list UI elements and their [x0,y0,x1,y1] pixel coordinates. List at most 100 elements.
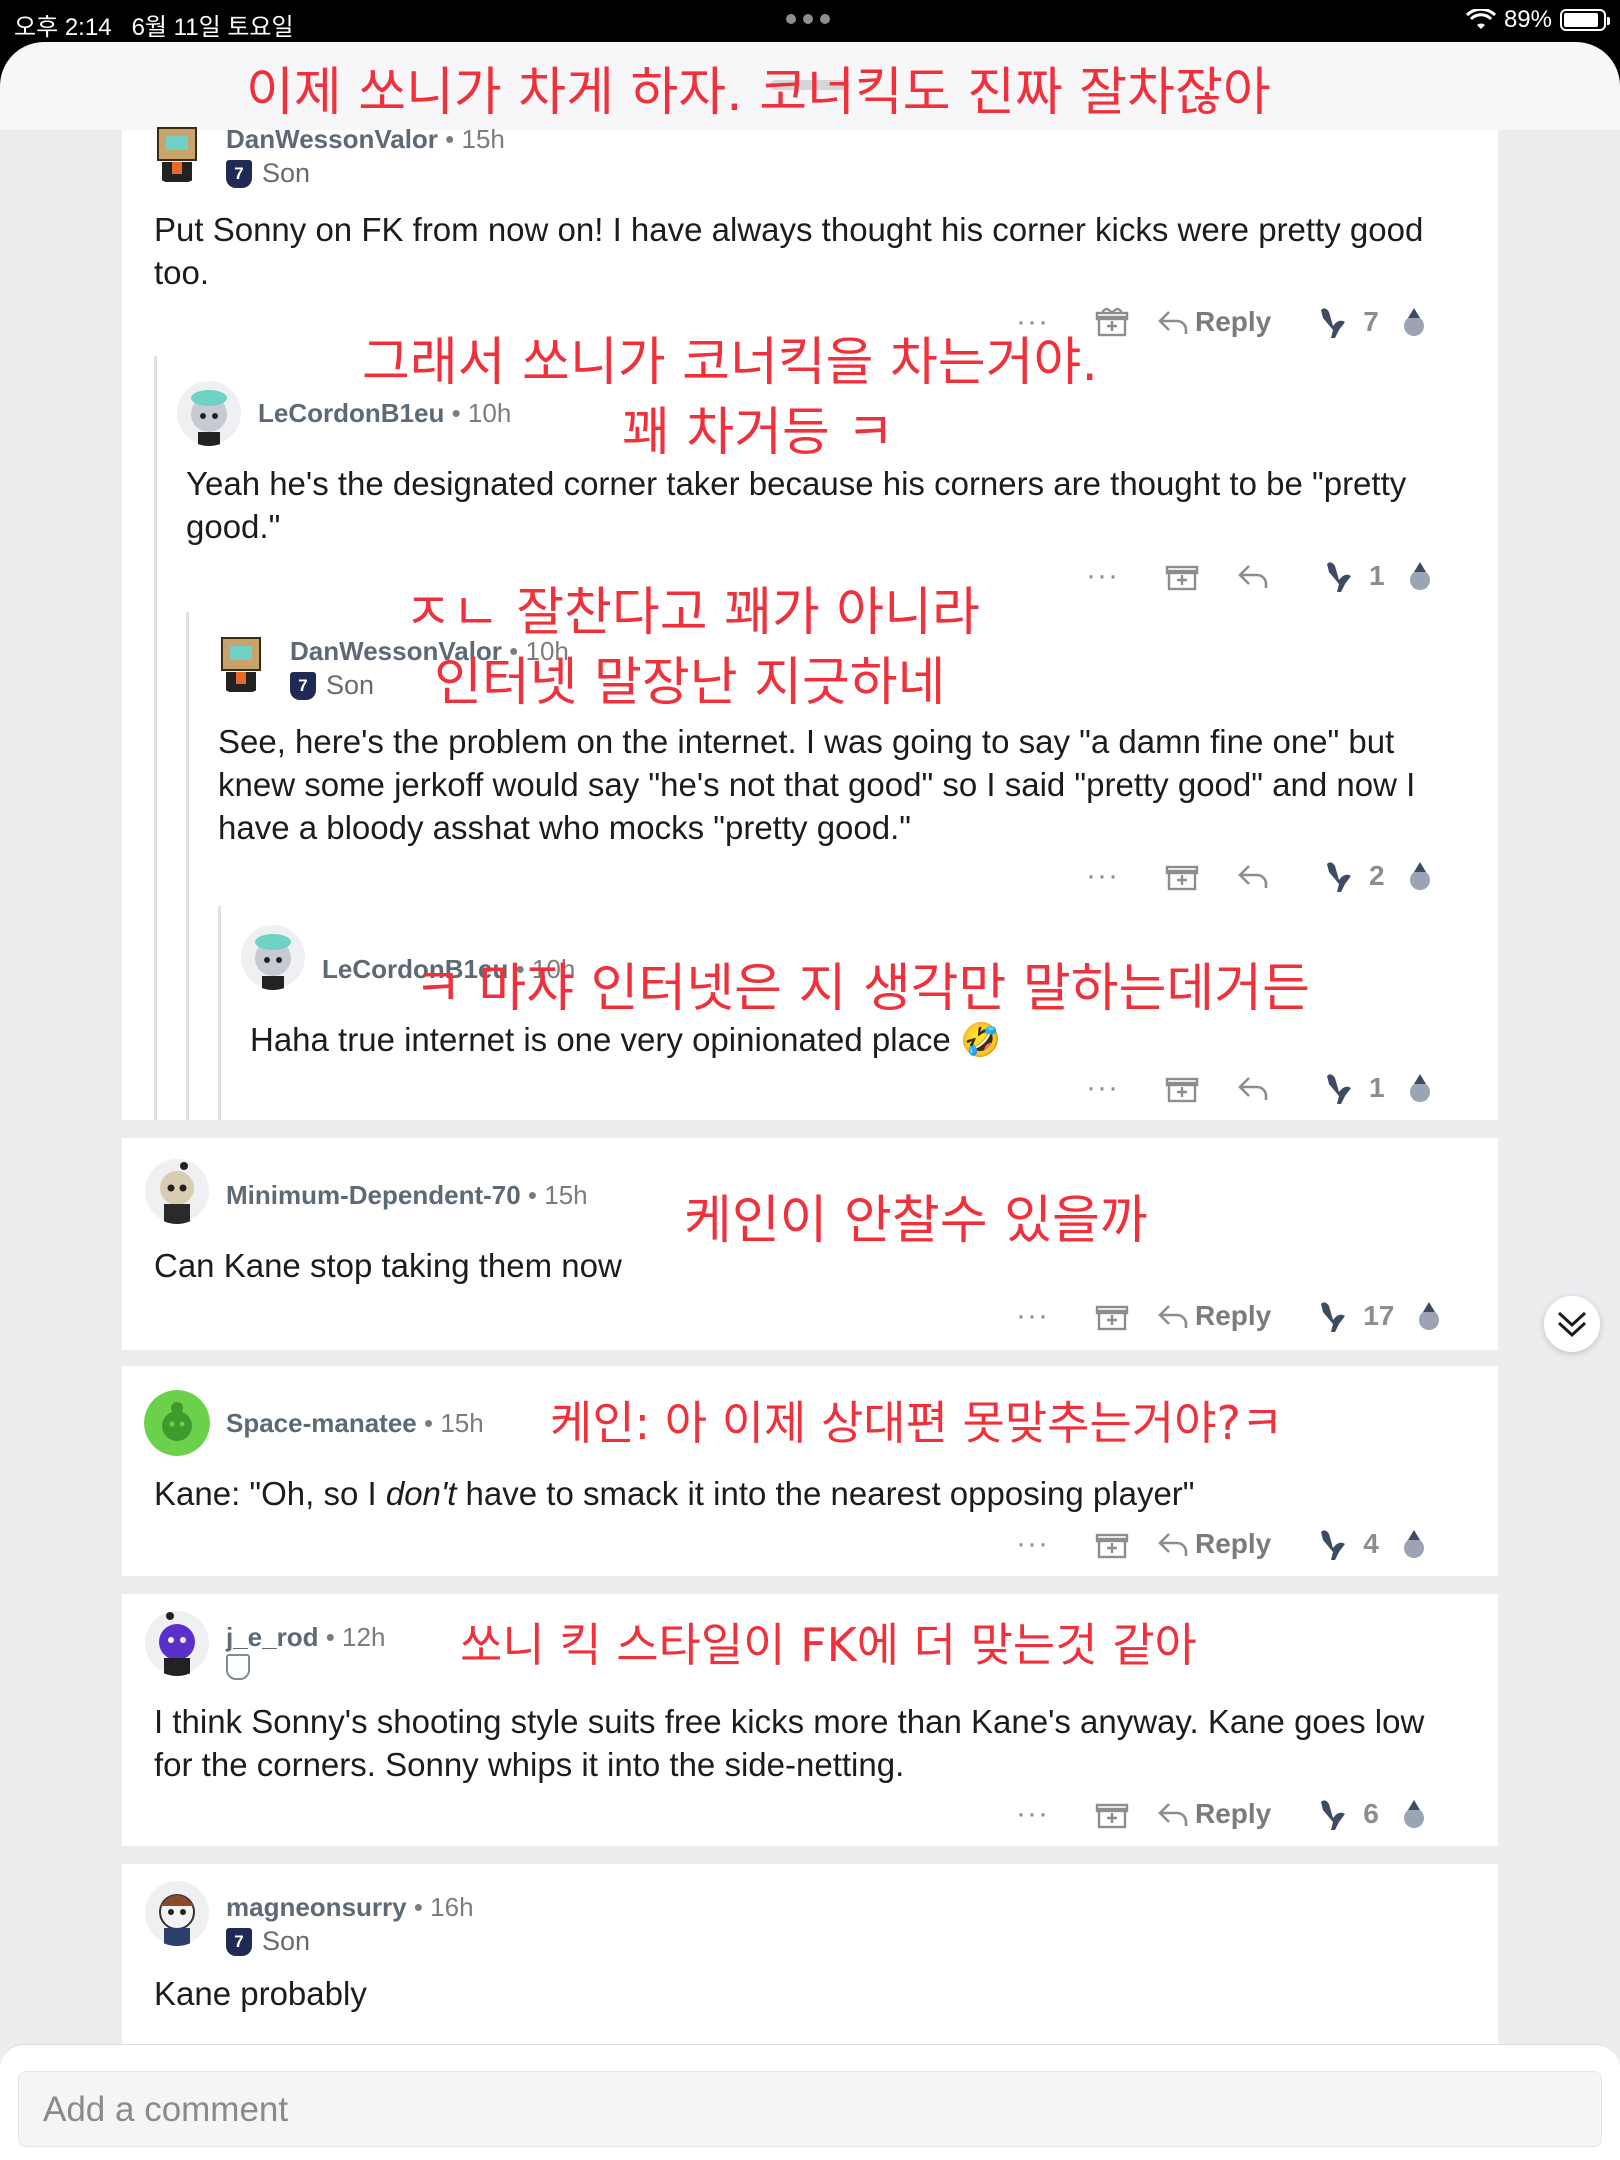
reply-arrow-icon[interactable] [1157,1302,1189,1330]
comment-actions: ··· 1 [1086,556,1433,596]
thread-line[interactable] [218,906,221,1120]
comment-body: I think Sonny's shooting style suits fre… [154,1703,1425,1783]
downvote-icon[interactable] [1416,1300,1442,1332]
downvote-icon[interactable] [1407,1072,1433,1104]
battery-icon [1560,9,1610,31]
more-icon[interactable]: ··· [1086,1071,1119,1105]
timestamp: • 16h [413,1892,474,1922]
reply-arrow-icon[interactable] [1237,862,1269,890]
reply-arrow-icon[interactable] [1157,1800,1189,1828]
reply-arrow-icon[interactable] [1237,1074,1269,1102]
comment-body: Yeah he's the designated corner taker be… [186,465,1407,545]
comment-body: Put Sonny on FK from now on! I have alwa… [154,211,1424,291]
avatar[interactable] [144,1390,210,1456]
downvote-icon[interactable] [1401,306,1427,338]
avatar[interactable] [144,1158,210,1224]
comment-actions: ··· 1 [1086,1068,1433,1108]
award-icon[interactable] [1165,1071,1199,1105]
annotation-text: ㅈㄴ 잘찬다고 꽤가 아니라 [404,583,980,643]
downvote-icon[interactable] [1407,560,1433,592]
reply-arrow-icon[interactable] [1237,562,1269,590]
timestamp: • 15h [445,124,505,154]
add-comment-placeholder: Add a comment [43,2090,289,2129]
add-comment-input[interactable]: Add a comment [18,2071,1602,2147]
reply-button[interactable]: Reply [1195,1528,1271,1560]
annotation-text: 케인이 안찰수 있을까 [684,1191,1148,1251]
jump-next-button[interactable] [1544,1296,1600,1352]
rooster-upvote-icon[interactable] [1315,1526,1349,1562]
comment-actions: ··· Reply 4 [1016,1524,1427,1564]
reply-button[interactable]: Reply [1195,306,1271,338]
award-icon[interactable] [1095,305,1129,339]
avatar[interactable] [144,118,210,184]
username[interactable]: j_e_rod [226,1622,319,1652]
status-time: 오후 2:14 6월 11일 토요일 [14,14,294,41]
number-7-badge-icon: 7 [226,1927,252,1956]
rooster-upvote-icon[interactable] [1321,858,1355,894]
wifi-icon [1465,9,1496,29]
user-flair: 7 Son [226,158,310,189]
user-flair: 7 Son [290,670,374,701]
more-icon[interactable]: ··· [1086,559,1119,593]
downvote-icon[interactable] [1401,1528,1427,1560]
rooster-upvote-icon[interactable] [1315,304,1349,340]
downvote-icon[interactable] [1407,860,1433,892]
comment-body: See, here's the problem on the internet.… [218,723,1416,846]
award-icon[interactable] [1165,859,1199,893]
more-icon[interactable]: ··· [1016,1797,1049,1831]
annotation-text: 이제 쏘니가 차게 하자. 코너킥도 진짜 잘차잖아 [246,63,1271,123]
rooster-upvote-icon[interactable] [1321,558,1355,594]
vote-count: 2 [1368,860,1385,891]
thread-line[interactable] [186,612,189,1120]
more-icon[interactable]: ··· [1086,859,1119,893]
award-icon[interactable] [1165,559,1199,593]
avatar[interactable] [176,380,242,446]
spurs-badge-icon [226,1654,250,1680]
comment-body: Haha true internet is one very opinionat… [250,1021,1002,1058]
username[interactable]: Minimum-Dependent-70 [226,1180,521,1210]
number-7-badge-icon: 7 [226,159,252,188]
timestamp: • 15h [424,1408,484,1438]
comment-actions: ··· Reply 6 [1016,1794,1427,1834]
user-flair [226,1654,250,1680]
comment-actions: ··· 2 [1086,856,1433,896]
award-icon[interactable] [1095,1527,1129,1561]
vote-count: 1 [1368,1072,1385,1103]
annotation-text: ㅋ 마쟈 인터넷은 지 생각만 말하는데거든 [414,959,1310,1019]
reply-arrow-icon[interactable] [1157,308,1189,336]
battery-percent: 89% [1503,6,1552,33]
rooster-upvote-icon[interactable] [1315,1796,1349,1832]
avatar[interactable] [144,1610,210,1676]
username[interactable]: LeCordonB1eu [258,398,444,428]
award-icon[interactable] [1095,1797,1129,1831]
avatar[interactable] [144,1880,210,1946]
downvote-icon[interactable] [1401,1798,1427,1830]
rooster-upvote-icon[interactable] [1321,1070,1355,1106]
comment-composer: Add a comment [0,2044,1620,2160]
annotation-text: 쏘니 킥 스타일이 FK에 더 맞는것 같아 [460,1618,1197,1672]
avatar[interactable] [240,924,306,990]
vote-count: 1 [1368,560,1385,591]
award-icon[interactable] [1095,1299,1129,1333]
avatar[interactable] [208,628,274,694]
rooster-upvote-icon[interactable] [1315,1298,1349,1334]
reply-arrow-icon[interactable] [1157,1530,1189,1558]
vote-count: 7 [1363,306,1379,337]
username[interactable]: Space-manatee [226,1408,417,1438]
thread-line[interactable] [154,356,157,1120]
number-7-badge-icon: 7 [290,671,316,700]
username[interactable]: DanWessonValor [226,124,438,154]
more-icon[interactable]: ··· [1016,1299,1049,1333]
comment-body: Kane probably [154,1975,367,2012]
multitasking-dots-icon[interactable] [786,14,830,24]
timestamp: • 15h [527,1180,588,1210]
reply-button[interactable]: Reply [1195,1300,1271,1332]
timestamp: • 10h [451,398,512,428]
username[interactable]: magneonsurry [226,1892,407,1922]
vote-count: 6 [1363,1798,1379,1829]
vote-count: 17 [1363,1300,1395,1331]
annotation-text: 꽤 차거등 ㅋ [622,403,895,463]
timestamp: • 12h [325,1622,386,1652]
more-icon[interactable]: ··· [1016,1527,1049,1561]
reply-button[interactable]: Reply [1195,1798,1271,1830]
